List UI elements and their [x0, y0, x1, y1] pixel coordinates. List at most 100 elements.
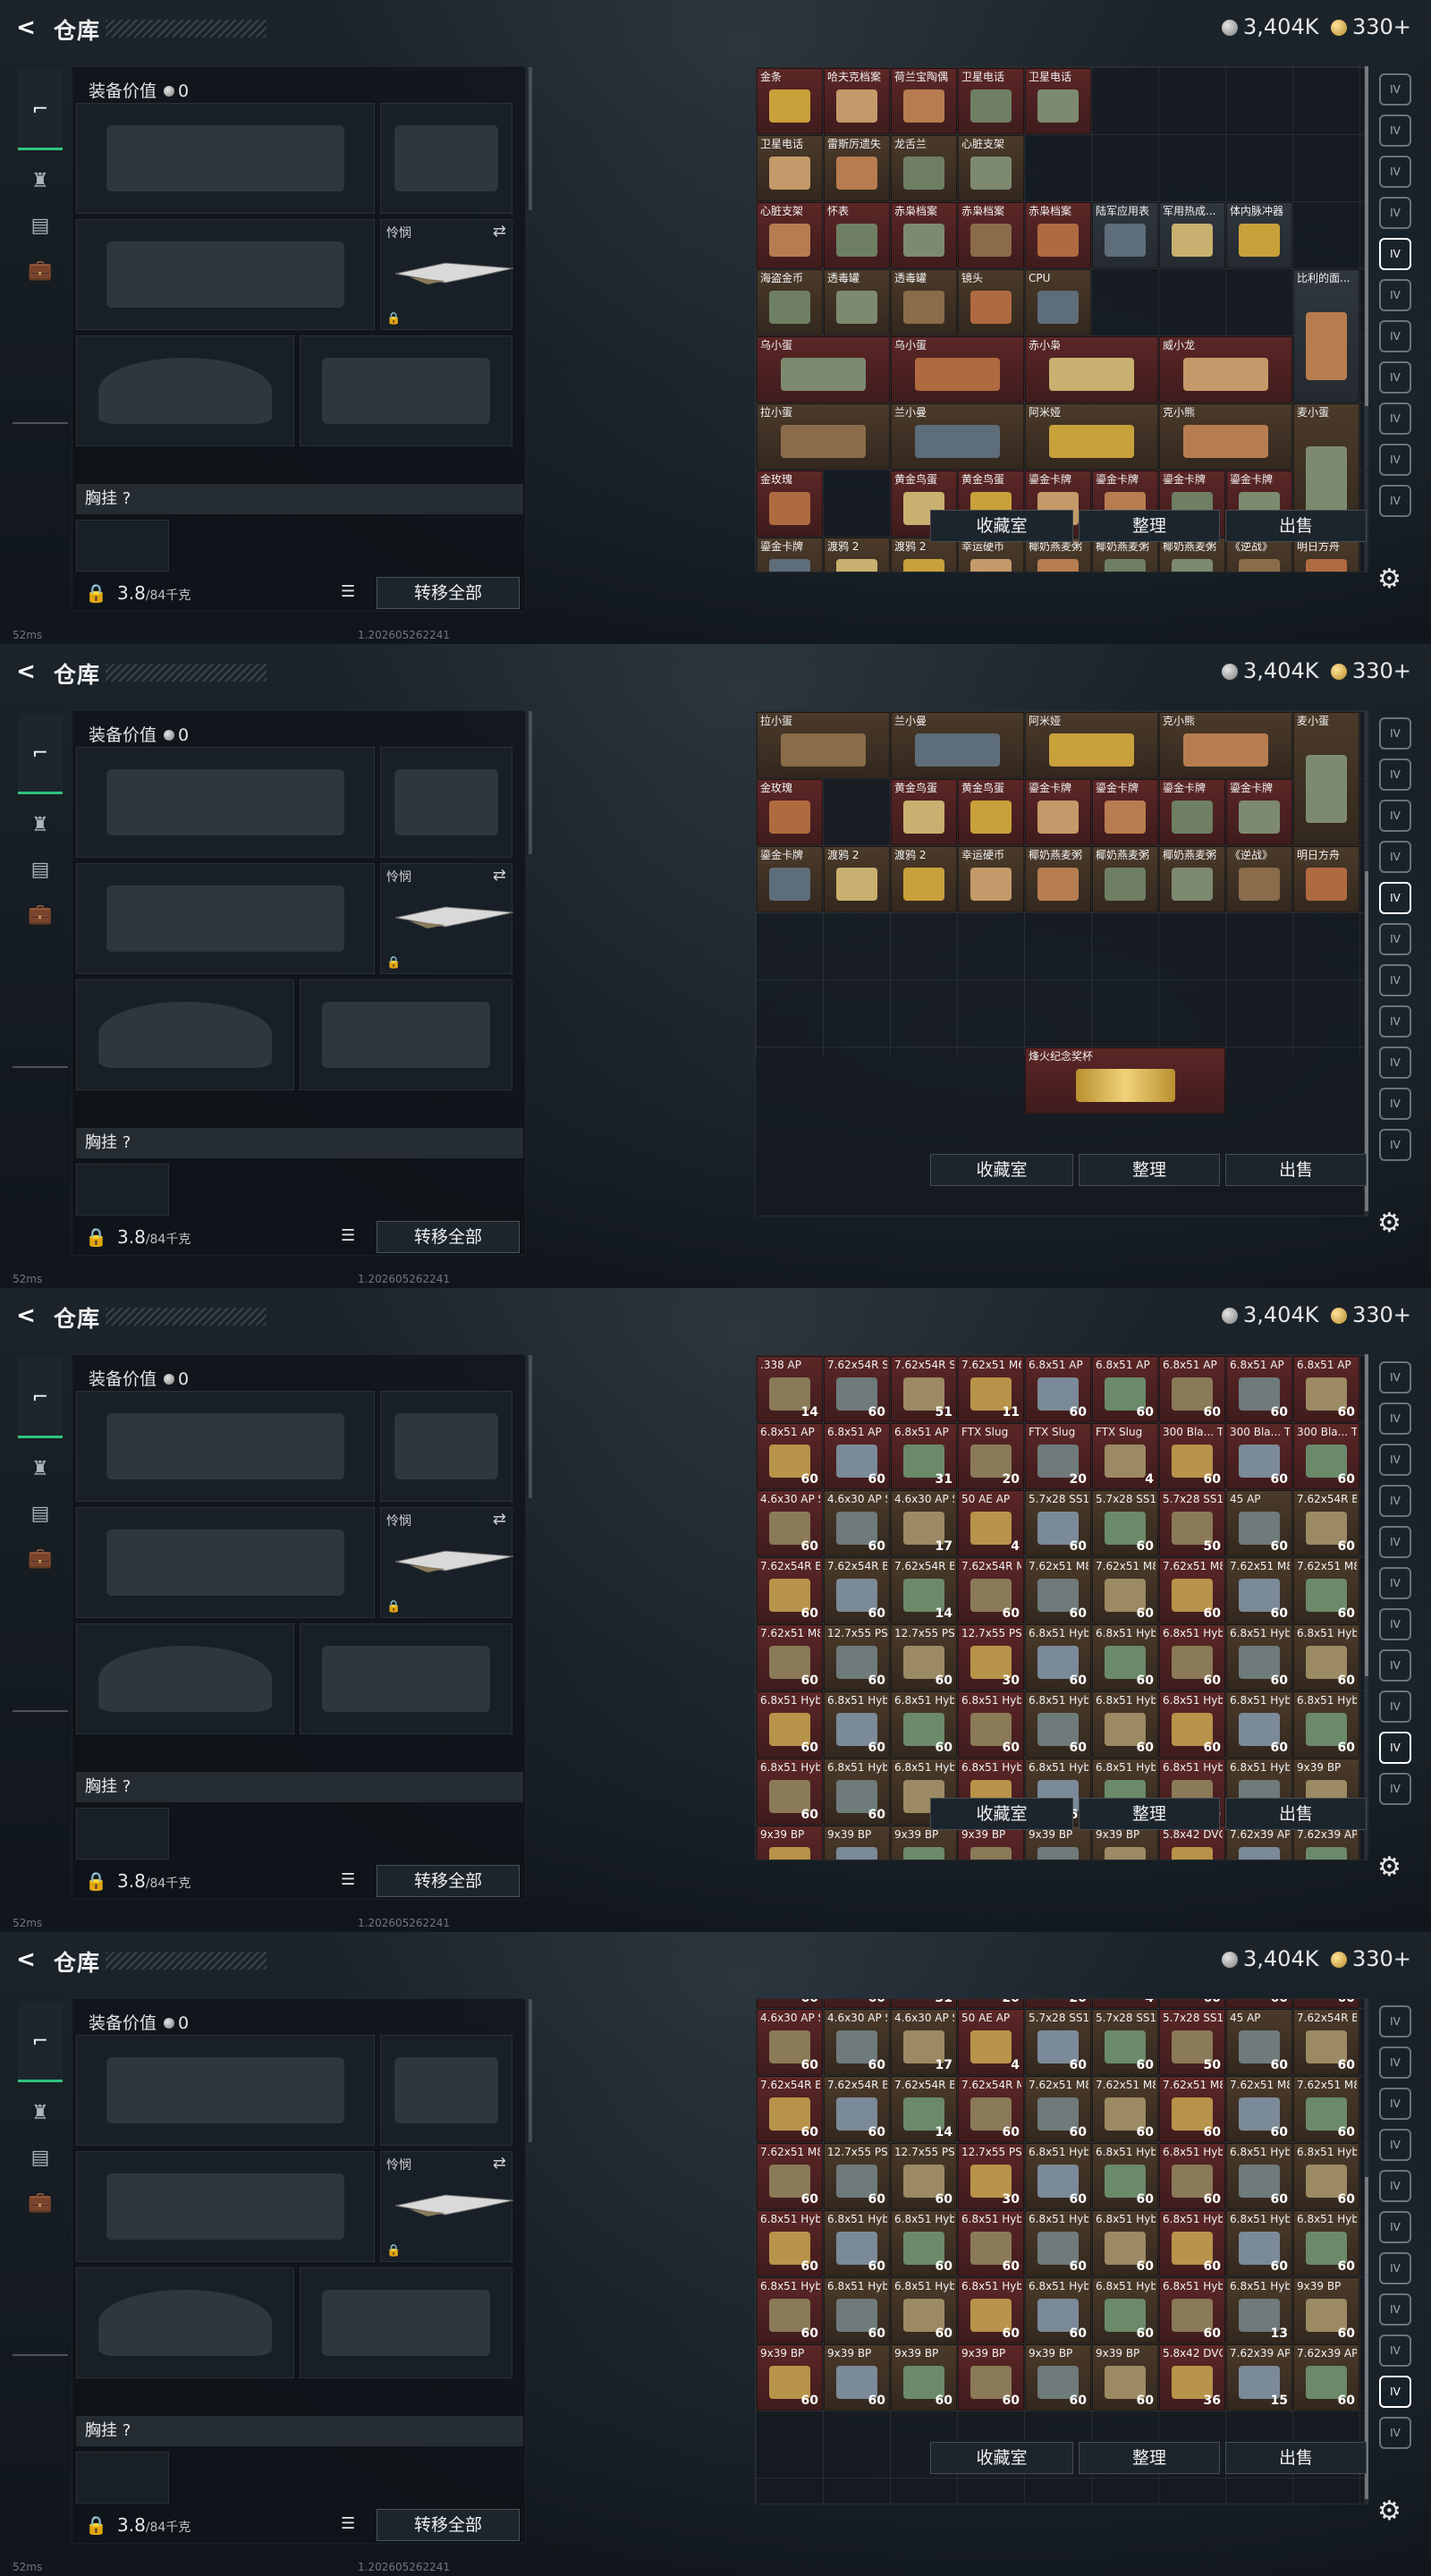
ammo-item[interactable]: FTX Slug20: [958, 1999, 1024, 2008]
ammo-item[interactable]: 6.8x51 Hybrid 60: [1159, 1624, 1225, 1690]
ammo-item[interactable]: 9x39 BP60: [958, 2344, 1024, 2411]
ammo-item[interactable]: 7.62x51 M80 60: [1025, 2076, 1091, 2142]
ammo-item[interactable]: FTX Slug 4: [1092, 1423, 1158, 1489]
ammo-item[interactable]: 5.7x28 SS190 60: [1025, 2009, 1091, 2075]
ammo-item[interactable]: 7.62x54R BT 60: [1293, 1490, 1359, 1556]
ammo-item[interactable]: 7.62x51 M80 60: [1025, 1557, 1091, 1623]
ammo-item[interactable]: 9x39 BP60: [824, 1826, 890, 1860]
ammo-item[interactable]: 6.8x51 Hybrid 60: [1092, 2210, 1158, 2276]
ammo-item[interactable]: 300 Bla... Tab60: [1226, 1423, 1292, 1489]
ammo-item[interactable]: 6.8x51 Hybrid 60: [1025, 2143, 1091, 2209]
storage-item[interactable]: 幸运硬币: [958, 538, 1024, 572]
ammo-item[interactable]: 7.62x51 M80 60: [1226, 2076, 1292, 2142]
armor-slot[interactable]: [300, 2267, 512, 2378]
ammo-item[interactable]: 7.62x54R SNB 51: [891, 1356, 957, 1422]
ammo-item[interactable]: 6.8x51 Hybrid 60: [1092, 2277, 1158, 2343]
ammo-item[interactable]: 300 Bla... Tab60: [1159, 1999, 1225, 2008]
ammo-item[interactable]: 4.6x30 AP SX 60: [757, 2009, 823, 2075]
warehouse-tab-icon[interactable]: IV: [1379, 717, 1411, 750]
ammo-item[interactable]: 7.62x51 M80 60: [1293, 1557, 1359, 1623]
ammo-item[interactable]: FTX Slug20: [1025, 1999, 1091, 2008]
ammo-item[interactable]: 4.6x30 AP SX 60: [824, 2009, 890, 2075]
storage-item[interactable]: 明日方舟: [1293, 538, 1359, 572]
ammo-item[interactable]: 7.62x39 AP60: [1293, 1826, 1359, 1860]
pistol-icon[interactable]: ⌐: [18, 2002, 63, 2082]
ammo-item[interactable]: 7.62x54R BT 60: [757, 1557, 823, 1623]
transfer-all-button[interactable]: 转移全部: [377, 1221, 520, 1253]
storage-item[interactable]: 椰奶燕麦粥: [1092, 846, 1158, 912]
storage-item[interactable]: 兰小曼: [891, 712, 1024, 778]
storage-item[interactable]: 怀表: [824, 202, 890, 268]
ammo-item[interactable]: 6.8x51 Hybrid 60: [958, 2277, 1024, 2343]
ammo-item[interactable]: 6.8x51 Hybrid 60: [757, 1691, 823, 1758]
ammo-item[interactable]: 6.8x51 Hybrid 60: [1226, 2143, 1292, 2209]
ammo-item[interactable]: 9x39 BP60: [958, 1826, 1024, 1860]
storage-scrollbar[interactable]: [1365, 66, 1368, 572]
transfer-all-button[interactable]: 转移全部: [377, 2509, 520, 2541]
storage-item[interactable]: 军用热成...: [1159, 202, 1225, 268]
ammo-item[interactable]: 6.8x51 Hybrid 60: [1092, 1624, 1158, 1690]
primary-weapon-slot[interactable]: [76, 1391, 375, 1502]
equipment-scrollbar[interactable]: [529, 1355, 532, 1498]
equipment-scrollbar[interactable]: [529, 1999, 532, 2142]
storage-item[interactable]: 龙舌兰: [891, 135, 957, 201]
warehouse-tab-icon[interactable]: IV: [1379, 320, 1411, 352]
ammo-item[interactable]: 7.62x54R M80 60: [958, 2076, 1024, 2142]
storage-item[interactable]: 鎏金卡牌: [1025, 779, 1091, 845]
ammo-item[interactable]: 12.7x55 PS12B 60: [891, 2143, 957, 2209]
storage-item[interactable]: 克小熊: [1159, 403, 1292, 470]
storage-item[interactable]: 镜头: [958, 269, 1024, 335]
back-arrow-icon[interactable]: <: [11, 1945, 41, 1975]
backpack-icon[interactable]: ▤: [18, 1492, 63, 1537]
ammo-item[interactable]: 6.8x51 AP 60: [824, 1423, 890, 1489]
ammo-item[interactable]: 6.8x51 AP 60: [1092, 1356, 1158, 1422]
gear-icon[interactable]: ⚙: [1377, 2496, 1401, 2527]
silver-currency[interactable]: 3,404K: [1222, 1302, 1318, 1327]
storage-item[interactable]: 拉小蛋: [757, 403, 890, 470]
list-icon[interactable]: ☰: [341, 582, 355, 601]
weight-lock-icon[interactable]: 🔒: [85, 2514, 107, 2536]
knife-item[interactable]: [392, 2188, 517, 2220]
storage-item[interactable]: 鎏金卡牌: [1226, 779, 1292, 845]
ammo-item[interactable]: FTX Slug20: [1025, 1423, 1091, 1489]
warehouse-tab-icon[interactable]: IV: [1379, 2088, 1411, 2120]
ammo-item[interactable]: 5.7x28 SS190 60: [1092, 2009, 1158, 2075]
ammo-item[interactable]: 6.8x51 Hybrid 60: [1293, 1624, 1359, 1690]
ammo-item[interactable]: 5.7x28 SS190 50: [1159, 1490, 1225, 1556]
ammo-item[interactable]: 9x39 BP60: [1092, 2344, 1158, 2411]
storage-item[interactable]: 拉小蛋: [757, 712, 890, 778]
primary-weapon-slot[interactable]: [76, 103, 375, 214]
ammo-item[interactable]: 6.8x51 Hybrid 60: [757, 2277, 823, 2343]
ammo-item[interactable]: 7.62x51 M80 60: [1159, 2076, 1225, 2142]
ammo-item[interactable]: 9x39 BP60: [1025, 1826, 1091, 1860]
storage-item[interactable]: 卫星电话: [757, 135, 823, 201]
warehouse-tab-icon[interactable]: IV: [1379, 841, 1411, 873]
ammo-item[interactable]: 6.8x51 Hybrid 60: [824, 2210, 890, 2276]
storage-scroll-thumb[interactable]: [1365, 1354, 1368, 1676]
ammo-item[interactable]: 300 Bla... Tab60: [1293, 1999, 1359, 2008]
warehouse-tab-icon[interactable]: IV: [1379, 2417, 1411, 2449]
ammo-item[interactable]: 6.8x51 Hybrid 60: [757, 2210, 823, 2276]
storage-item[interactable]: 克小熊: [1159, 712, 1292, 778]
ammo-item[interactable]: 4.6x30 AP SX 17: [891, 1490, 957, 1556]
ammo-item[interactable]: 7.62x39 AP15: [1226, 1826, 1292, 1860]
collection-button[interactable]: 收藏室: [930, 510, 1073, 542]
equipment-scrollbar[interactable]: [529, 67, 532, 210]
ammo-item[interactable]: 6.8x51 Hybrid 60: [891, 2277, 957, 2343]
storage-item[interactable]: 赤枭档案: [1025, 202, 1091, 268]
pistol-icon[interactable]: ⌐: [18, 714, 63, 794]
storage-item[interactable]: 海盗金币: [757, 269, 823, 335]
ammo-item[interactable]: 300 Bla... Tab60: [1226, 1999, 1292, 2008]
ammo-item[interactable]: 7.62x51 M80 60: [1293, 2076, 1359, 2142]
warehouse-tab-icon[interactable]: IV: [1379, 2211, 1411, 2243]
armor-slot[interactable]: [300, 979, 512, 1090]
list-icon[interactable]: ☰: [341, 2514, 355, 2533]
storage-item[interactable]: 体内脉冲器: [1226, 202, 1292, 268]
storage-item[interactable]: 椰奶燕麦粥: [1159, 846, 1225, 912]
ammo-item[interactable]: 6.8x51 AP 60: [1226, 1356, 1292, 1422]
ammo-item[interactable]: 6.8x51 Hybrid 60: [1226, 1691, 1292, 1758]
storage-item[interactable]: 卫星电话: [958, 68, 1024, 134]
storage-scrollbar[interactable]: [1365, 710, 1368, 1216]
knife-item[interactable]: [392, 1544, 517, 1576]
melee-slot[interactable]: 怜悯 ⇄ 🔒: [380, 2151, 514, 2262]
